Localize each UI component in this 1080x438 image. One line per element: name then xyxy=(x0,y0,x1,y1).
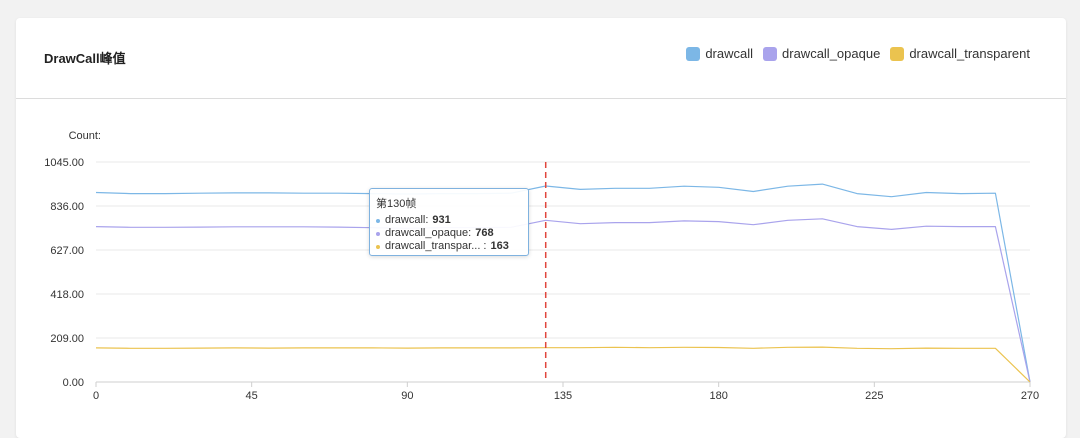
x-tick-label: 0 xyxy=(93,390,99,402)
y-tick-label: 0.00 xyxy=(63,377,84,389)
hover-tooltip: 第130帧 drawcall: 931 drawcall_opaque: 768… xyxy=(369,188,529,256)
x-tick-label: 180 xyxy=(709,390,727,402)
y-tick-label: 836.00 xyxy=(50,201,84,213)
y-axis-label: Count: xyxy=(69,130,101,142)
y-tick-labels: 1045.00 836.00 627.00 418.00 209.00 0.00 xyxy=(44,157,84,389)
tooltip-dot xyxy=(376,218,380,223)
x-tick-label: 225 xyxy=(865,390,883,402)
line-chart[interactable]: Count: 1045.00 836.00 627.00 418.00 209.00 0.… xyxy=(0,0,1080,418)
tooltip-row-drawcall-transparent: drawcall_transpar... : 163 xyxy=(376,240,522,253)
y-tick-label: 1045.00 xyxy=(44,157,84,169)
series-layer xyxy=(95,183,1031,383)
series-line-drawcall-opaque xyxy=(95,218,1031,383)
y-tick-label: 627.00 xyxy=(50,245,84,257)
tooltip-value: 163 xyxy=(490,240,509,252)
x-tick-label: 270 xyxy=(1021,390,1039,402)
tooltip-label: drawcall_transpar... : xyxy=(385,240,487,252)
tooltip-row-drawcall: drawcall: 931 xyxy=(376,214,522,227)
y-tick-label: 209.00 xyxy=(50,333,84,345)
tooltip-value: 768 xyxy=(475,227,494,239)
tooltip-label: drawcall_opaque: xyxy=(385,227,472,239)
grid-layer xyxy=(95,161,1031,387)
tooltip-label: drawcall: xyxy=(385,214,429,226)
x-tick-label: 90 xyxy=(401,390,413,402)
x-tick-labels: 0 45 90 135 180 225 270 xyxy=(93,390,1039,402)
tooltip-row-drawcall-opaque: drawcall_opaque: 768 xyxy=(376,227,522,240)
series-line-drawcall xyxy=(95,183,1031,383)
tooltip-dot xyxy=(376,231,380,236)
y-tick-label: 418.00 xyxy=(50,289,84,301)
tooltip-dot xyxy=(376,244,380,249)
tooltip-value: 931 xyxy=(432,214,451,226)
series-line-drawcall-transparent xyxy=(95,346,1031,383)
tooltip-title: 第130帧 xyxy=(376,198,417,210)
x-tick-label: 45 xyxy=(246,390,258,402)
x-tick-label: 135 xyxy=(554,390,572,402)
